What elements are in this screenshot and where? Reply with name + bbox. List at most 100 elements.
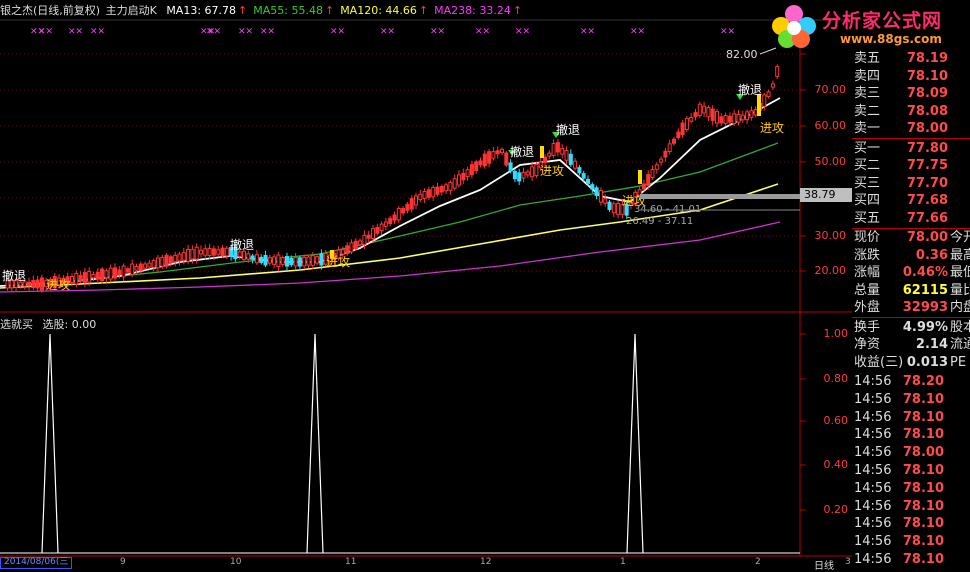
candle xyxy=(371,228,375,239)
candle xyxy=(676,131,681,139)
marker-x-icon: ✕✕ xyxy=(515,27,530,37)
date-tick: 3 xyxy=(845,557,851,567)
candle xyxy=(302,256,307,267)
tick-row: 14:56 78.10 xyxy=(852,498,970,516)
price-axis-tick: 60.00 xyxy=(814,119,847,132)
candle xyxy=(650,169,655,178)
candle xyxy=(762,94,767,107)
tick-time: 14:56 xyxy=(854,391,892,407)
candle xyxy=(775,66,780,77)
candle xyxy=(186,248,191,262)
retreat-signal: 撤退 xyxy=(738,82,762,97)
candle xyxy=(160,256,165,267)
attack-signal: 进攻 xyxy=(540,164,564,178)
ma-label: MA238: 33.24 xyxy=(434,4,511,17)
candle xyxy=(740,114,745,121)
quote-label: 涨幅 xyxy=(854,265,881,280)
candle xyxy=(117,269,122,276)
ma-label: MA120: 44.66 xyxy=(340,4,417,17)
candle xyxy=(272,256,277,265)
marker-x-icon: ✕✕ xyxy=(475,27,490,37)
candle xyxy=(345,245,350,254)
candle xyxy=(190,249,195,260)
quote-extra-label: 最高 xyxy=(950,247,970,263)
candle xyxy=(134,266,139,271)
candle xyxy=(457,174,461,186)
sub-indicator-header: 选就买 选股: 0.00 xyxy=(0,316,96,332)
quote-value: 77.75 xyxy=(906,158,948,173)
candlestick-chart[interactable]: ✕✕✕✕ ✕✕ ✕✕ ✕✕✕✕ ✕✕ ✕✕ ✕✕ ✕✕ ✕✕ ✕✕ ✕✕ ✕✕ ✕✕ ✕✕撤退进攻撤退进攻… xyxy=(0,0,852,565)
candle xyxy=(719,116,724,124)
tick-price: 78.10 xyxy=(902,463,944,478)
candle xyxy=(732,113,737,125)
fundamental-row: 换手 4.99% 股本 xyxy=(852,319,970,337)
tick-price: 78.00 xyxy=(902,445,944,461)
quote-row: 总量 62115 量比 xyxy=(852,282,970,300)
signal-spike xyxy=(306,333,324,554)
candle xyxy=(594,187,599,196)
candle xyxy=(616,202,621,215)
candle xyxy=(749,110,754,118)
up-arrow-icon: ↑ xyxy=(512,4,523,17)
quote-label: 买一 xyxy=(854,140,881,156)
order-book-row: 买三 77.70 xyxy=(852,175,970,193)
tick-time: 14:56 xyxy=(854,552,892,567)
tick-price: 78.10 xyxy=(902,516,944,532)
candle xyxy=(263,254,268,266)
candle xyxy=(435,186,440,195)
order-book-row: 卖二 78.08 xyxy=(852,103,970,121)
indicator-axis-tick: 0.40 xyxy=(823,458,849,471)
quote-extra-label: 最低 xyxy=(950,265,970,280)
candle xyxy=(745,111,750,121)
candle xyxy=(452,178,457,189)
candle xyxy=(414,195,418,206)
tick-price: 78.10 xyxy=(902,498,944,514)
candle xyxy=(74,273,79,285)
candle xyxy=(207,248,212,256)
quote-extra-label: 今开 xyxy=(950,230,970,245)
candle xyxy=(702,105,707,114)
indicator-name: 主力启动K xyxy=(105,4,157,17)
price-axis-tick: 30.00 xyxy=(814,229,847,242)
indicator-axis-tick: 0.80 xyxy=(823,372,849,385)
quote-label: 卖五 xyxy=(854,51,881,66)
candle xyxy=(259,256,264,263)
candle xyxy=(439,185,444,193)
retreat-signal: 撤退 xyxy=(2,268,26,283)
marker-x-icon: ✕✕ xyxy=(330,27,345,37)
quote-extra-label: PE xyxy=(950,354,967,370)
candle xyxy=(693,112,698,118)
tick-row: 14:56 78.10 xyxy=(852,480,970,498)
candle xyxy=(267,257,272,264)
candle xyxy=(254,254,259,264)
chart-header: 银之杰(日线,前复权) 主力启动K MA13: 67.78 ↑ MA55: 55.4… xyxy=(0,2,534,18)
tick-row: 14:56 78.10 xyxy=(852,515,970,533)
candle xyxy=(95,271,100,280)
marker-x-icon: ✕✕ xyxy=(430,27,445,37)
quote-extra-label: 量比 xyxy=(950,282,970,298)
quote-label: 买三 xyxy=(854,175,881,191)
logo-title: 分析家公式网 xyxy=(822,10,943,32)
attack-signal: 进攻 xyxy=(46,278,70,292)
candle xyxy=(646,174,651,186)
candle xyxy=(581,173,586,179)
sub-indicator-name: 选就买 xyxy=(0,318,33,331)
candle xyxy=(181,252,186,261)
candle xyxy=(508,162,513,172)
candle xyxy=(340,249,345,255)
date-cursor-box: 2014/08/06(三 xyxy=(0,557,73,569)
order-book-row: 卖四 78.10 xyxy=(852,68,970,86)
candle xyxy=(723,115,728,125)
candle xyxy=(297,257,302,267)
candle xyxy=(465,169,470,177)
order-book-row: 买一 77.80 xyxy=(852,140,970,158)
date-tick: 12 xyxy=(480,557,492,567)
order-book-row: 卖五 78.19 xyxy=(852,50,970,68)
quote-extra-label: 内盘 xyxy=(950,300,970,315)
fundamental-row: 收益(三) 0.013 PE xyxy=(852,354,970,372)
candle xyxy=(663,150,668,158)
date-tick: 10 xyxy=(230,557,242,567)
tick-time: 14:56 xyxy=(854,463,892,478)
marker-x-icon: ✕✕ xyxy=(260,27,275,37)
quote-value: 32993 xyxy=(902,300,948,315)
